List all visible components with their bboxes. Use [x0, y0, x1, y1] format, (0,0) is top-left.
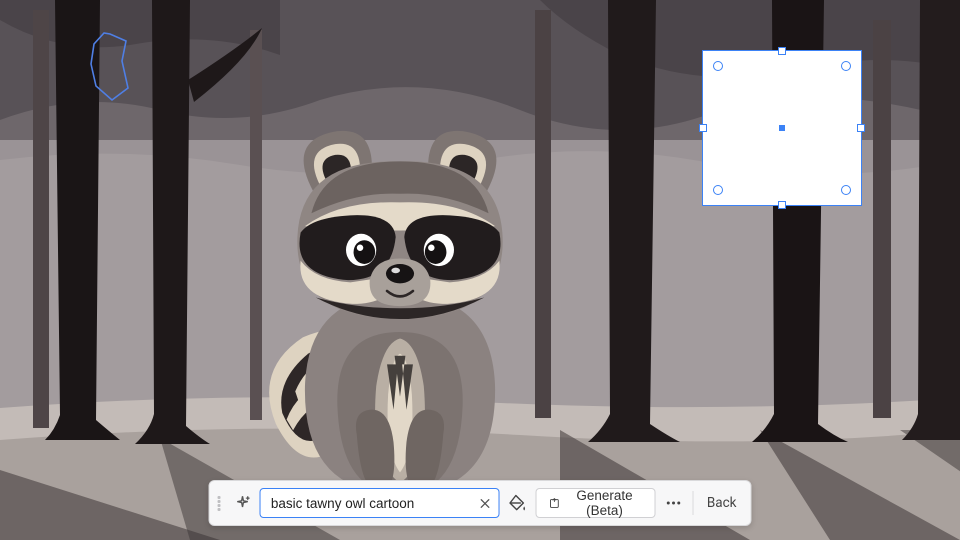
generative-fill-selection[interactable]	[702, 50, 862, 206]
generate-button[interactable]: Generate (Beta)	[536, 488, 655, 518]
toolbar-divider	[692, 491, 693, 515]
selection-handle-br[interactable]	[841, 185, 851, 195]
stray-vector-path[interactable]	[82, 30, 152, 106]
prompt-field-wrap	[260, 488, 500, 518]
more-options-icon[interactable]	[663, 490, 684, 516]
selection-handle-bl[interactable]	[713, 185, 723, 195]
selection-handle-left[interactable]	[699, 124, 707, 132]
paint-bucket-icon[interactable]	[508, 491, 528, 515]
selection-handle-right[interactable]	[857, 124, 865, 132]
selection-handle-center[interactable]	[779, 125, 785, 131]
selection-handle-bottom[interactable]	[778, 201, 786, 209]
generate-button-label: Generate (Beta)	[567, 488, 643, 518]
selection-handle-tl[interactable]	[713, 61, 723, 71]
back-button[interactable]: Back	[701, 495, 743, 511]
back-button-label: Back	[707, 495, 737, 511]
selection-handle-top[interactable]	[778, 47, 786, 55]
sparkle-icon[interactable]	[233, 491, 252, 515]
generative-fill-toolbar: Generate (Beta) Back	[209, 480, 752, 526]
selection-handle-tr[interactable]	[841, 61, 851, 71]
toolbar-drag-grip[interactable]	[215, 496, 223, 511]
clear-prompt-icon[interactable]	[476, 494, 494, 512]
prompt-input[interactable]	[260, 488, 500, 518]
canvas[interactable]: Generate (Beta) Back	[0, 0, 960, 540]
